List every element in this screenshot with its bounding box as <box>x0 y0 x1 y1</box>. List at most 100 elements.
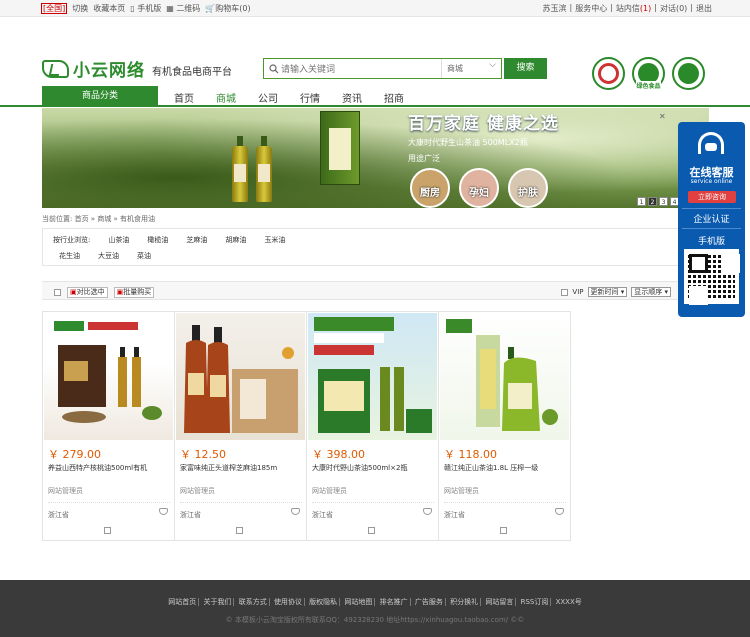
nav-item-mall[interactable]: 商城 <box>216 90 236 105</box>
product-image[interactable] <box>176 313 305 440</box>
footer-link[interactable]: 网站留言 <box>483 598 517 606</box>
divider: | <box>569 3 573 12</box>
product-province: 浙江省 <box>444 511 465 519</box>
banner-title: 百万家庭 健康之选 <box>408 114 559 134</box>
site-logo[interactable]: 小云网络 <box>42 56 145 81</box>
product-price: ￥ 398.00 <box>312 448 365 461</box>
product-image[interactable] <box>44 313 173 440</box>
footer-link[interactable]: 关于我们 <box>201 598 235 606</box>
consult-button[interactable]: 立即咨询 <box>688 191 736 203</box>
service-center-link[interactable]: 服务中心 <box>575 3 607 14</box>
product-card[interactable]: ￥ 398.00 大康时代野山茶油500ml×2瓶 网站管理员 浙江省 <box>306 311 439 541</box>
logout-link[interactable]: 退出 <box>696 3 712 14</box>
sort-time-select[interactable]: 更新时间 ▾ <box>587 287 628 297</box>
footer-link[interactable]: 使用协议 <box>271 598 305 606</box>
banner-circle-kitchen: 厨房 <box>410 168 450 208</box>
qr-code-image <box>684 249 739 304</box>
nav-item-news[interactable]: 资讯 <box>342 90 362 105</box>
product-card[interactable]: ￥ 118.00 赣江纯正山茶油1.8L 压榨一级 网站管理员 浙江省 <box>438 311 571 541</box>
product-seller[interactable]: 网站管理员 <box>48 486 170 503</box>
nav-item-market[interactable]: 行情 <box>300 90 320 105</box>
product-name[interactable]: 赣江纯正山茶油1.8L 压榨一级 <box>444 463 568 473</box>
product-seller[interactable]: 网站管理员 <box>312 486 434 503</box>
product-name[interactable]: 大康时代野山茶油500ml×2瓶 <box>312 463 436 473</box>
product-seller[interactable]: 网站管理员 <box>444 486 566 503</box>
oil-bottle-image <box>256 136 272 202</box>
mobile-link[interactable]: ▯ 手机版 <box>130 3 161 14</box>
divider: | <box>610 3 613 12</box>
product-card[interactable]: ￥ 12.50 家富味纯正头道榨芝麻油185m 网站管理员 浙江省 <box>174 311 307 541</box>
mobile-link-label: 手机版 <box>137 4 162 13</box>
product-image[interactable] <box>440 313 569 440</box>
region-label: [全国] <box>41 3 68 14</box>
filter-label: 按行业浏览: <box>53 236 91 244</box>
sort-order-label: 显示顺序 <box>634 288 663 296</box>
search-scope-select[interactable]: 商城 <box>441 56 501 78</box>
filter-item[interactable]: 玉米油 <box>264 235 285 245</box>
inbox-link[interactable]: 站内信(1) <box>616 3 651 14</box>
service-subtitle: service online <box>690 178 733 185</box>
footer-link[interactable]: 排名推广 <box>377 598 411 606</box>
diamond-icon <box>291 508 300 515</box>
filter-item[interactable]: 芝麻油 <box>186 235 207 245</box>
filter-item[interactable]: 菜油 <box>137 251 151 261</box>
search-box: 商城 <box>263 56 502 79</box>
nav-item-company[interactable]: 公司 <box>258 90 278 105</box>
qrcode-link[interactable]: ▦ 二维码 <box>166 3 200 14</box>
compare-button[interactable]: ▣对比选中 <box>67 287 108 298</box>
select-all-checkbox[interactable] <box>54 289 61 296</box>
divider: | <box>690 3 693 12</box>
product-checkbox[interactable] <box>500 527 507 534</box>
product-grid: ￥ 279.00 养益山西特产核桃油500ml有机 网站管理员 浙江省 ￥ 12… <box>42 311 571 541</box>
banner-pager-dot[interactable]: 3 <box>659 197 668 206</box>
category-button[interactable]: 商品分类 <box>42 86 158 107</box>
nav-item-home[interactable]: 首页 <box>174 90 194 105</box>
certification-link[interactable]: 企业认证 <box>678 212 745 225</box>
search-button[interactable]: 搜索 <box>504 58 547 79</box>
cart-link-label: 购物车(0) <box>215 4 251 13</box>
favorite-link[interactable]: 收藏本页 <box>93 3 125 14</box>
nav-item-investment[interactable]: 招商 <box>384 90 404 105</box>
cart-link[interactable]: 🛒购物车(0) <box>205 3 250 14</box>
filter-item[interactable]: 大豆油 <box>98 251 119 261</box>
footer-link[interactable]: 联系方式 <box>236 598 270 606</box>
close-icon[interactable]: ✕ <box>659 112 666 121</box>
region-switch-link[interactable]: 切换 <box>72 3 88 14</box>
user-link[interactable]: 苏玉滨 <box>543 3 567 14</box>
product-checkbox[interactable] <box>236 527 243 534</box>
footer-link[interactable]: RSS订阅 <box>518 598 552 606</box>
product-seller[interactable]: 网站管理员 <box>180 486 302 503</box>
footer-link[interactable]: 网站地图 <box>342 598 376 606</box>
batch-buy-label: 批量购买 <box>123 288 152 296</box>
filter-item[interactable]: 山茶油 <box>108 235 129 245</box>
sort-order-select[interactable]: 显示顺序 ▾ <box>631 287 671 297</box>
product-card[interactable]: ￥ 279.00 养益山西特产核桃油500ml有机 网站管理员 浙江省 <box>42 311 175 541</box>
logo-text: 小云网络 <box>73 61 145 81</box>
product-name[interactable]: 养益山西特产核桃油500ml有机 <box>48 463 172 473</box>
footer-link[interactable]: 网站首页 <box>166 598 200 606</box>
vip-checkbox[interactable] <box>561 288 569 296</box>
footer-link[interactable]: 广告服务 <box>412 598 446 606</box>
inbox-count: (1) <box>639 4 652 13</box>
filter-item[interactable]: 花生油 <box>59 251 80 261</box>
promo-banner[interactable]: 百万家庭 健康之选 大康时代野生山茶油 500MLX2瓶 用途广泛 厨房 孕妇 … <box>42 108 709 208</box>
product-checkbox[interactable] <box>104 527 111 534</box>
mobile-version-label: 手机版 <box>697 237 725 247</box>
product-checkbox[interactable] <box>368 527 375 534</box>
compare-label: 对比选中 <box>76 288 105 296</box>
banner-pager-dot[interactable]: 2 <box>648 197 657 206</box>
logo-icon <box>42 59 69 78</box>
footer-link[interactable]: 版权隐私 <box>307 598 341 606</box>
banner-pager-dot[interactable]: 1 <box>637 197 646 206</box>
batch-buy-button[interactable]: ▣批量购买 <box>113 287 155 298</box>
footer-link[interactable]: XXXX号 <box>554 598 584 606</box>
filter-item[interactable]: 橄榄油 <box>147 235 168 245</box>
online-service-panel: 在线客服 service online 立即咨询 企业认证 手机版 <box>678 122 745 317</box>
footer-link[interactable]: 积分换礼 <box>448 598 482 606</box>
search-input[interactable] <box>281 63 441 74</box>
notifications-link[interactable]: 对话(0) <box>660 3 687 14</box>
headset-icon <box>698 132 724 154</box>
product-name[interactable]: 家富味纯正头道榨芝麻油185m <box>180 463 304 473</box>
filter-item[interactable]: 胡麻油 <box>225 235 246 245</box>
product-image[interactable] <box>308 313 437 440</box>
